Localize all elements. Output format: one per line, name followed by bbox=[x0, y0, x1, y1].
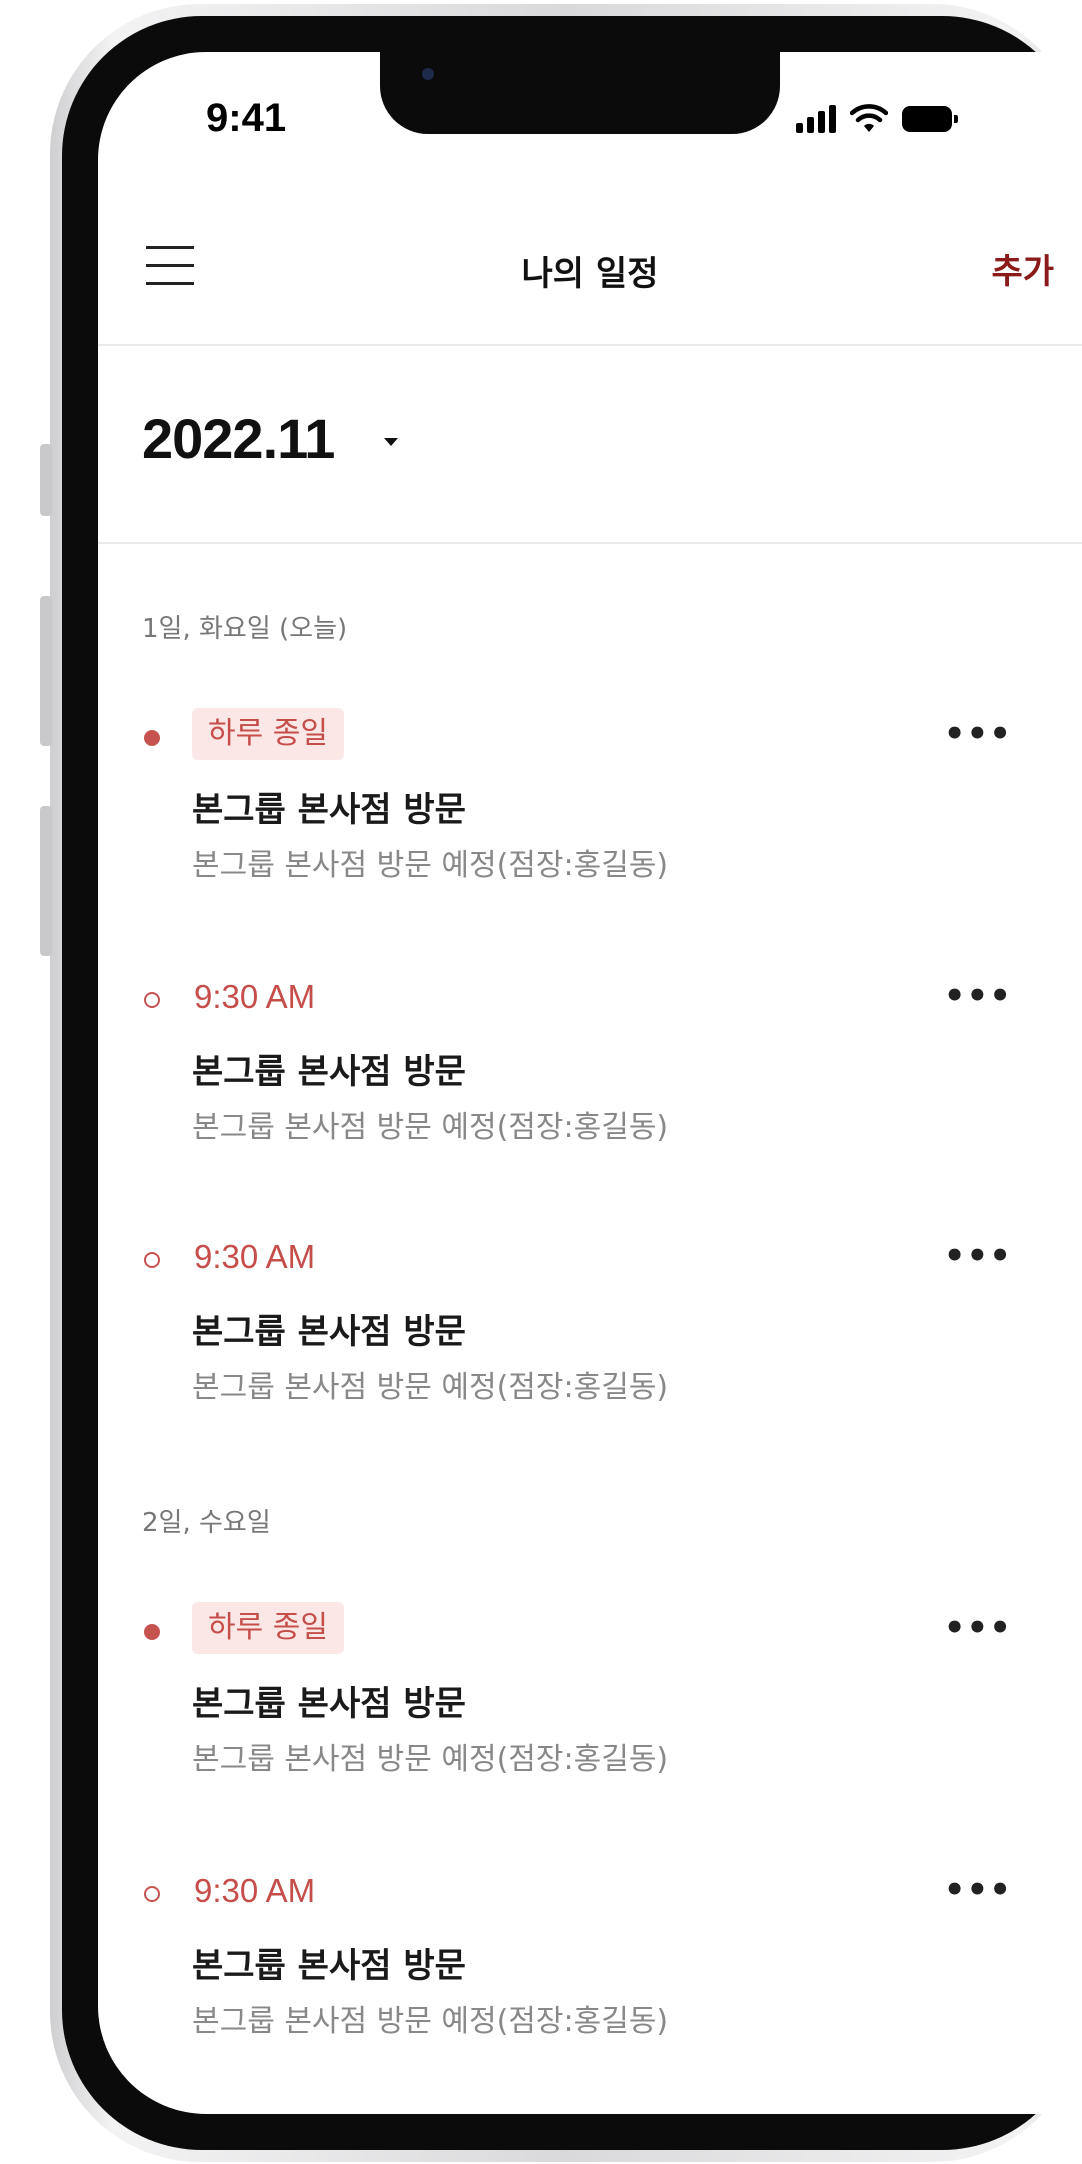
event-item[interactable]: 9:30 AM ••• 본그룹 본사점 방문 본그룹 본사점 방문 예정(점장:… bbox=[98, 1230, 1082, 1430]
event-description: 본그룹 본사점 방문 예정(점장:홍길동) bbox=[192, 1742, 669, 1777]
more-options-icon[interactable]: ••• bbox=[944, 1236, 1012, 1276]
event-time: 9:30 AM bbox=[194, 978, 316, 1015]
notch bbox=[380, 52, 780, 134]
event-title: 본그룹 본사점 방문 bbox=[192, 1684, 466, 1724]
event-item[interactable]: 9:30 AM ••• 본그룹 본사점 방문 본그룹 본사점 방문 예정(점장:… bbox=[98, 970, 1082, 1170]
caret-down-icon[interactable] bbox=[384, 438, 398, 446]
event-title: 본그룹 본사점 방문 bbox=[192, 1946, 466, 1986]
status-icons bbox=[796, 102, 958, 136]
silent-switch bbox=[40, 444, 52, 516]
filled-dot-icon bbox=[144, 1624, 160, 1640]
event-item[interactable]: 하루 종일 ••• 본그룹 본사점 방문 본그룹 본사점 방문 예정(점장:홍길… bbox=[98, 1602, 1082, 1802]
ring-dot-icon bbox=[144, 1252, 160, 1268]
event-time: 9:30 AM bbox=[194, 1872, 316, 1909]
month-label[interactable]: 2022.11 bbox=[142, 406, 335, 471]
more-options-icon[interactable]: ••• bbox=[944, 1870, 1012, 1910]
event-item[interactable]: 9:30 AM ••• 본그룹 본사점 방문 본그룹 본사점 방문 예정(점장:… bbox=[98, 1864, 1082, 2064]
event-description: 본그룹 본사점 방문 예정(점장:홍길동) bbox=[192, 2004, 669, 2039]
ring-dot-icon bbox=[144, 992, 160, 1008]
cellular-signal-icon bbox=[796, 105, 836, 133]
status-time: 9:41 bbox=[206, 96, 287, 140]
more-options-icon[interactable]: ••• bbox=[944, 714, 1012, 754]
wifi-icon bbox=[850, 104, 888, 132]
navbar: 나의 일정 추가 bbox=[98, 202, 1082, 346]
event-description: 본그룹 본사점 방문 예정(점장:홍길동) bbox=[192, 848, 669, 883]
page-title: 나의 일정 bbox=[521, 254, 659, 294]
more-options-icon[interactable]: ••• bbox=[944, 976, 1012, 1016]
volume-down-button bbox=[40, 806, 52, 956]
event-description: 본그룹 본사점 방문 예정(점장:홍길동) bbox=[192, 1370, 669, 1405]
camera-icon bbox=[422, 68, 434, 80]
event-title: 본그룹 본사점 방문 bbox=[192, 1052, 466, 1092]
event-title: 본그룹 본사점 방문 bbox=[192, 790, 466, 830]
battery-icon bbox=[902, 106, 958, 132]
filled-dot-icon bbox=[144, 730, 160, 746]
add-button[interactable]: 추가 bbox=[991, 244, 1054, 293]
screen: 9:41 나의 일정 추가 2022.11 1일, 화요일 (오늘) 하루 종일… bbox=[98, 52, 1082, 2114]
all-day-tag: 하루 종일 bbox=[192, 708, 344, 760]
ring-dot-icon bbox=[144, 1886, 160, 1902]
all-day-tag: 하루 종일 bbox=[192, 1602, 344, 1654]
more-options-icon[interactable]: ••• bbox=[944, 1608, 1012, 1648]
day-header: 1일, 화요일 (오늘) bbox=[142, 614, 348, 644]
month-selector[interactable]: 2022.11 bbox=[98, 346, 1082, 544]
event-item[interactable]: 하루 종일 ••• 본그룹 본사점 방문 본그룹 본사점 방문 예정(점장:홍길… bbox=[98, 708, 1082, 908]
volume-up-button bbox=[40, 596, 52, 746]
event-description: 본그룹 본사점 방문 예정(점장:홍길동) bbox=[192, 1110, 669, 1145]
event-title: 본그룹 본사점 방문 bbox=[192, 1312, 466, 1352]
event-time: 9:30 AM bbox=[194, 1238, 316, 1275]
day-header: 2일, 수요일 bbox=[142, 1508, 271, 1538]
